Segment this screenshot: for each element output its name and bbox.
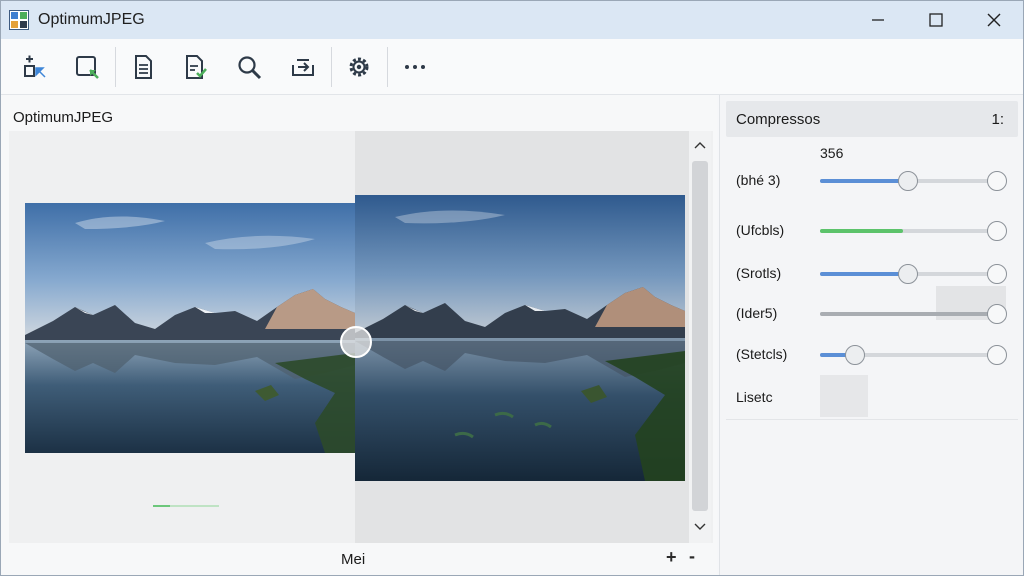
progress-bar	[153, 505, 219, 507]
scroll-up-button[interactable]	[692, 137, 708, 153]
toolbar-separator	[115, 47, 116, 87]
zoom-button[interactable]	[231, 49, 267, 85]
slider-end-knob[interactable]	[987, 304, 1007, 324]
zoom-out-button[interactable]: -	[689, 546, 695, 567]
title-bar[interactable]: OptimumJPEG	[1, 1, 1023, 39]
slider-end-knob[interactable]	[987, 171, 1007, 191]
tray-arrow-icon	[292, 59, 314, 76]
slider-label: (Ider5)	[736, 305, 778, 321]
chevron-up-icon	[694, 142, 706, 149]
slider-row[interactable]: (Ider5)	[736, 286, 1016, 326]
gear-icon	[349, 57, 369, 77]
original-image	[25, 203, 355, 453]
slider-track[interactable]	[820, 229, 996, 233]
document-icon	[135, 55, 152, 79]
comparison-viewer[interactable]	[9, 131, 713, 543]
viewer-status-bar: Mei + -	[1, 543, 717, 575]
close-button[interactable]	[965, 1, 1023, 39]
magnifier-icon	[238, 56, 262, 80]
chevron-down-icon	[694, 523, 706, 530]
close-icon	[987, 13, 1001, 27]
slider-thumb[interactable]	[845, 345, 866, 365]
minimize-icon	[872, 19, 884, 21]
settings-panel: Compressos 1: 356 (bhé 3) (Ufcbls) (Srot…	[719, 95, 1023, 575]
more-dots-icon	[405, 65, 425, 69]
save-document-button[interactable]	[177, 49, 213, 85]
window-title: OptimumJPEG	[38, 11, 145, 28]
panel-divider	[726, 419, 1018, 420]
slider-fill	[820, 229, 903, 233]
settings-title: Compressos	[736, 111, 821, 128]
crop-select-icon	[76, 56, 99, 79]
settings-button[interactable]	[341, 49, 377, 85]
slider-end-knob[interactable]	[987, 345, 1007, 365]
app-window: OptimumJPEG OptimumJPEG Mei + - Compress…	[0, 0, 1024, 576]
slider-row[interactable]: (Ufcbls)	[736, 219, 1016, 243]
slider-label: (Srotls)	[736, 265, 782, 281]
slider-fill	[820, 312, 993, 316]
document-check-icon	[186, 55, 207, 79]
slider-track[interactable]	[820, 312, 996, 316]
more-button[interactable]	[397, 49, 433, 85]
toolbar	[1, 39, 1023, 95]
compare-divider-handle[interactable]	[340, 326, 372, 358]
maximize-button[interactable]	[907, 1, 965, 39]
slider-row[interactable]: (bhé 3)	[736, 169, 1016, 193]
slider-end-knob[interactable]	[987, 221, 1007, 241]
slider-row[interactable]: (Stetcls)	[736, 343, 1016, 367]
slider-fill	[820, 272, 908, 276]
select-area-button[interactable]	[69, 49, 105, 85]
scroll-thumb[interactable]	[692, 161, 708, 511]
progress-fill	[153, 505, 170, 507]
slider-label: (Stetcls)	[736, 346, 788, 362]
slider-fill	[820, 179, 908, 183]
slider-end-knob[interactable]	[987, 264, 1007, 284]
export-button[interactable]	[285, 49, 321, 85]
quality-value: 356	[820, 145, 844, 161]
image-panel: OptimumJPEG Mei + -	[1, 95, 717, 575]
slider-label: (bhé 3)	[736, 172, 781, 188]
zoom-in-button[interactable]: +	[666, 547, 677, 568]
settings-header-value: 1:	[991, 111, 1004, 128]
slider-label: (Ufcbls)	[736, 222, 785, 238]
toolbar-separator	[331, 47, 332, 87]
slider-thumb[interactable]	[898, 264, 918, 284]
preset-preview[interactable]	[820, 375, 868, 417]
preset-label: Lisetc	[736, 389, 773, 405]
settings-header[interactable]: Compressos 1:	[726, 101, 1018, 137]
document-button[interactable]	[125, 49, 161, 85]
slider-thumb[interactable]	[898, 171, 918, 191]
add-files-icon	[24, 55, 46, 78]
maximize-icon	[929, 13, 943, 27]
scroll-down-button[interactable]	[692, 519, 708, 535]
panel-label: OptimumJPEG	[13, 109, 114, 126]
add-files-button[interactable]	[17, 49, 53, 85]
slider-row[interactable]: (Srotls)	[736, 262, 1016, 286]
viewer-mode-label: Mei	[341, 551, 366, 568]
app-logo-icon	[9, 10, 29, 30]
toolbar-separator	[387, 47, 388, 87]
minimize-button[interactable]	[849, 1, 907, 39]
optimized-image	[355, 195, 685, 481]
